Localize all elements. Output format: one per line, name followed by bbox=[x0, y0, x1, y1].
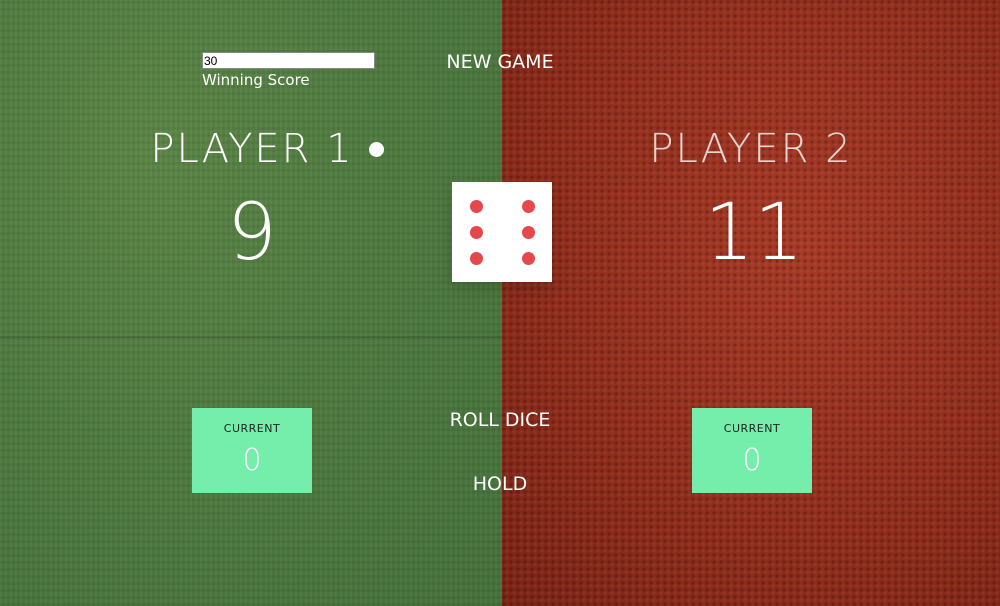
player-2-current-value: 0 bbox=[742, 443, 762, 478]
dice-pip bbox=[470, 252, 483, 265]
hold-button[interactable]: HOLD bbox=[400, 473, 600, 495]
player-2-current-box: CURRENT 0 bbox=[692, 408, 812, 493]
player-1-current-box: CURRENT 0 bbox=[192, 408, 312, 493]
dice-pip bbox=[470, 200, 483, 213]
dice-pip bbox=[470, 225, 483, 239]
game-board: Winning Score PLAYER 1 9 CURRENT 0 PLAYE… bbox=[0, 0, 1000, 606]
player-2-name: PLAYER 2 bbox=[649, 126, 853, 172]
player-2-score: 11 bbox=[704, 188, 804, 278]
dice-pip bbox=[522, 252, 535, 265]
dice-icon bbox=[452, 182, 552, 282]
active-player-indicator-icon bbox=[369, 142, 384, 157]
dice-pip bbox=[522, 225, 535, 239]
dice-pip bbox=[522, 200, 535, 213]
winning-score-input[interactable] bbox=[202, 52, 375, 69]
roll-dice-button[interactable]: ROLL DICE bbox=[400, 409, 600, 431]
player-1-score: 9 bbox=[227, 188, 277, 278]
player-2-current-label: CURRENT bbox=[723, 422, 781, 435]
player-1-current-value: 0 bbox=[242, 443, 262, 478]
new-game-button[interactable]: NEW GAME bbox=[400, 51, 600, 73]
winning-score-label: Winning Score bbox=[202, 71, 310, 89]
player-1-panel bbox=[0, 0, 502, 606]
player-2-panel bbox=[502, 0, 1000, 606]
player-1-current-label: CURRENT bbox=[223, 422, 281, 435]
texture-seam bbox=[0, 336, 502, 338]
player-1-name: PLAYER 1 bbox=[150, 126, 354, 172]
